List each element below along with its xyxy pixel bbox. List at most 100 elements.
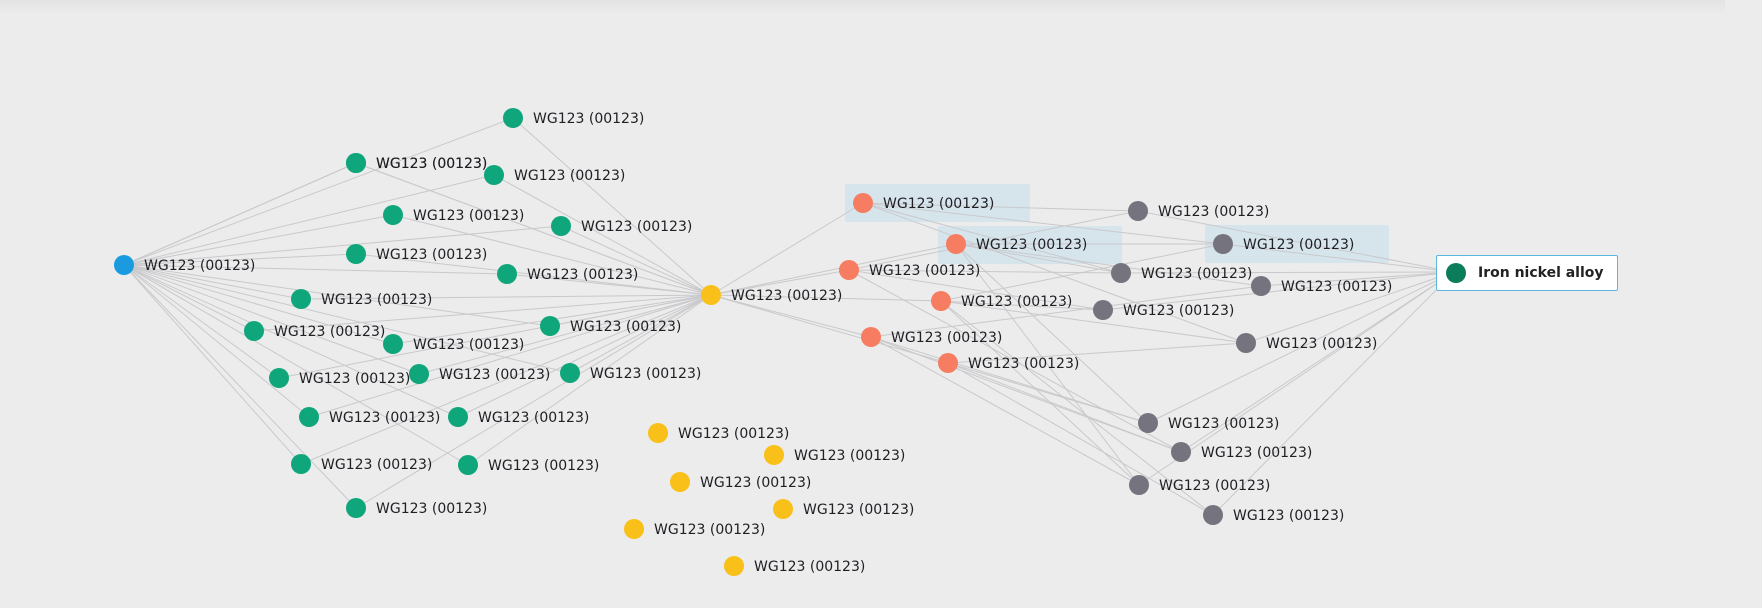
graph-node[interactable]: WG123 (00123) <box>624 519 765 539</box>
node-dot-icon[interactable] <box>764 445 784 465</box>
graph-node[interactable]: WG123 (00123) <box>244 321 385 341</box>
graph-edge <box>123 117 514 266</box>
graph-edge <box>940 300 1140 486</box>
graph-node[interactable]: WG123 (00123) <box>1093 300 1234 320</box>
graph-node[interactable]: WG123 (00123) <box>458 455 599 475</box>
graph-node[interactable]: WG123 (00123) <box>346 153 487 173</box>
node-label: WG123 (00123) <box>413 337 524 353</box>
node-dot-icon[interactable] <box>448 407 468 427</box>
graph-node[interactable]: WG123 (00123) <box>409 364 550 384</box>
node-dot-icon[interactable] <box>670 472 690 492</box>
graph-node[interactable]: WG123 (00123) <box>1236 333 1377 353</box>
node-dot-icon[interactable] <box>946 234 966 254</box>
node-dot-icon[interactable] <box>1093 300 1113 320</box>
node-dot-icon[interactable] <box>648 423 668 443</box>
graph-node[interactable]: WG123 (00123) <box>1138 413 1279 433</box>
node-label: WG123 (00123) <box>439 367 550 383</box>
graph-edge <box>947 362 1149 424</box>
node-dot-icon[interactable] <box>1236 333 1256 353</box>
node-dot-icon[interactable] <box>114 255 134 275</box>
node-dot-icon[interactable] <box>1129 475 1149 495</box>
node-dot-icon[interactable] <box>299 407 319 427</box>
node-dot-icon[interactable] <box>1213 234 1233 254</box>
graph-node[interactable]: WG123 (00123) <box>503 108 644 128</box>
legend-dot-icon <box>1446 263 1466 283</box>
node-label: WG123 (00123) <box>976 237 1087 253</box>
node-label: WG123 (00123) <box>1123 303 1234 319</box>
node-dot-icon[interactable] <box>346 244 366 264</box>
node-label: WG123 (00123) <box>1159 478 1270 494</box>
node-dot-icon[interactable] <box>1203 505 1223 525</box>
graph-edge <box>457 294 712 418</box>
graph-canvas[interactable]: WG123 (00123) WG123 (00123) WG123 (00123) W… <box>0 0 1762 608</box>
node-label: WG123 (00123) <box>1243 237 1354 253</box>
node-dot-icon[interactable] <box>383 334 403 354</box>
node-label: WG123 (00123) <box>1168 416 1279 432</box>
graph-node[interactable]: WG123 (00123) <box>670 472 811 492</box>
graph-edge <box>123 264 420 375</box>
graph-node[interactable]: WG123 (00123) <box>291 454 432 474</box>
node-dot-icon[interactable] <box>497 264 517 284</box>
graph-node[interactable]: WG123 (00123) <box>773 499 914 519</box>
node-dot-icon[interactable] <box>346 498 366 518</box>
graph-node[interactable]: WG123 (00123) <box>1251 276 1392 296</box>
legend-node[interactable]: Iron nickel alloy <box>1436 255 1618 291</box>
node-label: WG123 (00123) <box>961 294 1072 310</box>
node-dot-icon[interactable] <box>724 556 744 576</box>
node-dot-icon[interactable] <box>839 260 859 280</box>
node-dot-icon[interactable] <box>861 327 881 347</box>
graph-node[interactable]: WG123 (00123) <box>648 423 789 443</box>
node-label: WG123 (00123) <box>527 267 638 283</box>
node-dot-icon[interactable] <box>503 108 523 128</box>
graph-node[interactable]: WG123 (00123) <box>383 205 524 225</box>
graph-node[interactable]: WG123 (00123) <box>383 334 524 354</box>
node-dot-icon[interactable] <box>551 216 571 236</box>
node-dot-icon[interactable] <box>701 285 721 305</box>
graph-edge <box>123 162 357 266</box>
graph-node[interactable]: WG123 (00123) <box>1128 201 1269 221</box>
node-dot-icon[interactable] <box>346 153 366 173</box>
node-label: WG123 (00123) <box>1141 266 1252 282</box>
node-dot-icon[interactable] <box>1171 442 1191 462</box>
node-dot-icon[interactable] <box>1111 263 1131 283</box>
node-dot-icon[interactable] <box>624 519 644 539</box>
node-dot-icon[interactable] <box>484 165 504 185</box>
node-label: WG123 (00123) <box>581 219 692 235</box>
node-dot-icon[interactable] <box>409 364 429 384</box>
graph-node[interactable]: WG123 (00123) <box>484 165 625 185</box>
graph-node[interactable]: WG123 (00123) <box>497 264 638 284</box>
node-dot-icon[interactable] <box>773 499 793 519</box>
node-dot-icon[interactable] <box>1128 201 1148 221</box>
node-dot-icon[interactable] <box>938 353 958 373</box>
graph-node[interactable]: WG123 (00123) <box>346 244 487 264</box>
node-dot-icon[interactable] <box>540 316 560 336</box>
node-dot-icon[interactable] <box>269 368 289 388</box>
graph-node[interactable]: WG123 (00123) <box>269 368 410 388</box>
node-label: WG123 (00123) <box>299 371 410 387</box>
graph-node[interactable]: WG123 (00123) <box>931 291 1072 311</box>
node-dot-icon[interactable] <box>458 455 478 475</box>
node-dot-icon[interactable] <box>383 205 403 225</box>
graph-node[interactable]: WG123 (00123) <box>540 316 681 336</box>
node-label: WG123 (00123) <box>1266 336 1377 352</box>
graph-node[interactable]: WG123 (00123) <box>764 445 905 465</box>
node-label: WG123 (00123) <box>274 324 385 340</box>
node-dot-icon[interactable] <box>931 291 951 311</box>
node-label: WG123 (00123) <box>590 366 701 382</box>
node-dot-icon[interactable] <box>1251 276 1271 296</box>
graph-node[interactable]: WG123 (00123) <box>724 556 865 576</box>
node-dot-icon[interactable] <box>291 289 311 309</box>
node-label: WG123 (00123) <box>754 559 865 575</box>
graph-node[interactable]: WG123 (00123) <box>551 216 692 236</box>
node-dot-icon[interactable] <box>560 363 580 383</box>
network-graph[interactable]: WG123 (00123) WG123 (00123) WG123 (00123) W… <box>0 0 1762 608</box>
graph-node[interactable]: WG123 (00123) <box>448 407 589 427</box>
node-dot-icon[interactable] <box>244 321 264 341</box>
node-dot-icon[interactable] <box>853 193 873 213</box>
node-label: WG123 (00123) <box>654 522 765 538</box>
graph-node[interactable]: WG123 (00123) <box>1203 505 1344 525</box>
node-dot-icon[interactable] <box>291 454 311 474</box>
node-label: WG123 (00123) <box>1158 204 1269 220</box>
node-dot-icon[interactable] <box>1138 413 1158 433</box>
graph-node[interactable]: WG123 (00123) <box>299 407 440 427</box>
